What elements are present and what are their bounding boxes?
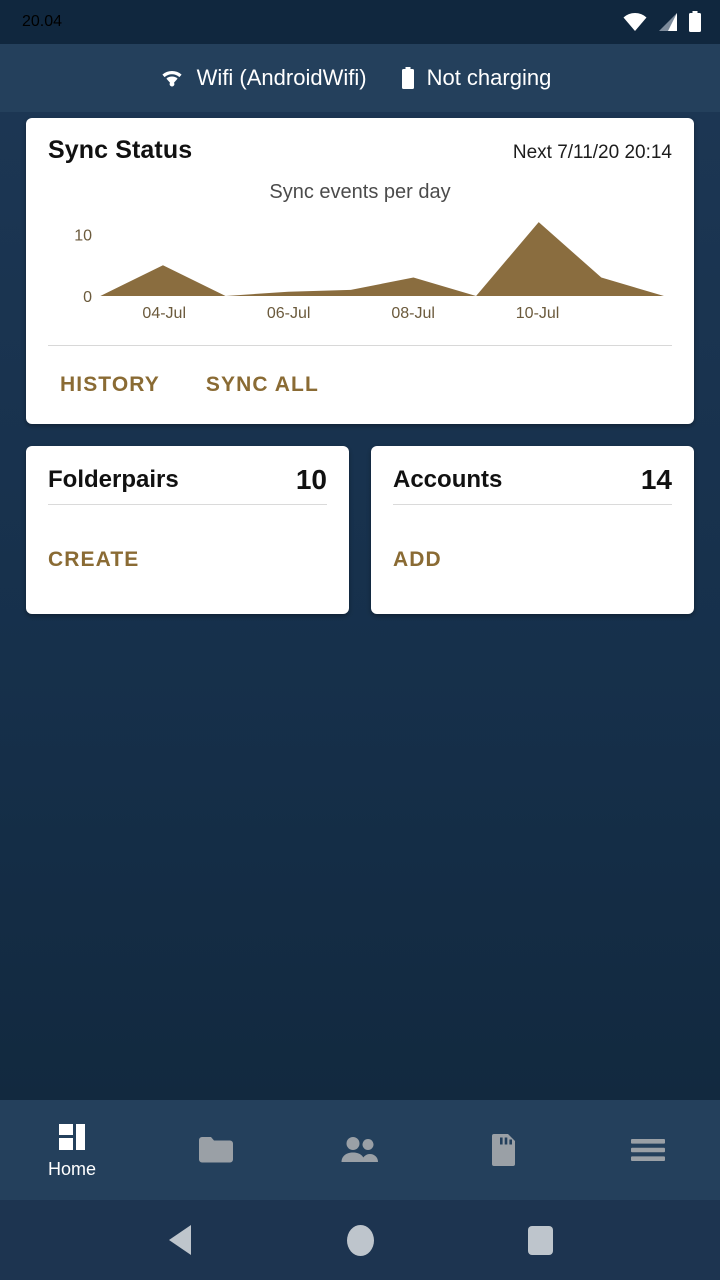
menu-icon bbox=[629, 1137, 667, 1163]
nav-item-home[interactable]: Home bbox=[0, 1100, 144, 1200]
system-recents-button[interactable] bbox=[510, 1210, 570, 1270]
app-bar: Wifi (AndroidWifi) Not charging bbox=[0, 44, 720, 112]
recents-icon bbox=[528, 1226, 553, 1255]
sync-card-header: Sync Status Next 7/11/20 20:14 bbox=[48, 136, 672, 165]
wifi-icon bbox=[159, 68, 185, 88]
accounts-label: Accounts bbox=[393, 466, 502, 494]
nav-item-accounts[interactable] bbox=[288, 1100, 432, 1200]
folderpairs-action-row: CREATE bbox=[48, 505, 327, 614]
chart-x-tick-label: 10-Jul bbox=[516, 305, 560, 322]
nav-item-storage[interactable] bbox=[432, 1100, 576, 1200]
chart-y-tick-label: 0 bbox=[83, 289, 92, 306]
sync-all-button[interactable]: SYNC ALL bbox=[206, 373, 319, 397]
battery-status-label: Not charging bbox=[427, 65, 552, 91]
cell-signal-icon bbox=[657, 12, 679, 32]
history-button[interactable]: HISTORY bbox=[60, 373, 160, 397]
status-bar-time: 20.04 bbox=[22, 13, 62, 31]
wifi-status-chip: Wifi (AndroidWifi) bbox=[159, 65, 367, 91]
battery-status-chip: Not charging bbox=[401, 65, 552, 91]
dashboard-icon bbox=[56, 1121, 88, 1153]
battery-icon bbox=[401, 67, 415, 90]
accounts-card: Accounts 14 ADD bbox=[371, 446, 694, 614]
folderpairs-count: 10 bbox=[296, 466, 327, 494]
android-system-navigation bbox=[0, 1200, 720, 1280]
nav-item-folderpairs[interactable] bbox=[144, 1100, 288, 1200]
status-bar: 20.04 bbox=[0, 0, 720, 44]
status-bar-icons bbox=[622, 11, 702, 33]
chart-x-tick-label: 06-Jul bbox=[267, 305, 311, 322]
sync-card-actions: HISTORY SYNC ALL bbox=[48, 346, 672, 424]
battery-icon bbox=[688, 11, 702, 33]
stat-cards-row: Folderpairs 10 CREATE Accounts 14 ADD bbox=[26, 446, 694, 614]
folderpairs-header: Folderpairs 10 bbox=[48, 466, 327, 504]
back-icon bbox=[169, 1225, 191, 1255]
wifi-status-label: Wifi (AndroidWifi) bbox=[197, 65, 367, 91]
nav-item-menu[interactable] bbox=[576, 1100, 720, 1200]
accounts-count: 14 bbox=[641, 466, 672, 494]
chart-y-tick-label: 10 bbox=[74, 227, 92, 244]
bottom-navigation: Home bbox=[0, 1100, 720, 1200]
main-content: Sync Status Next 7/11/20 20:14 Sync even… bbox=[0, 112, 720, 1100]
chart-x-tick-label: 08-Jul bbox=[391, 305, 435, 322]
sync-status-card: Sync Status Next 7/11/20 20:14 Sync even… bbox=[26, 118, 694, 424]
folderpairs-label: Folderpairs bbox=[48, 466, 179, 494]
create-folderpair-button[interactable]: CREATE bbox=[48, 548, 139, 572]
accounts-header: Accounts 14 bbox=[393, 466, 672, 504]
nav-label-home: Home bbox=[48, 1159, 96, 1180]
chart-title: Sync events per day bbox=[48, 181, 672, 204]
sync-card-title: Sync Status bbox=[48, 136, 192, 165]
accounts-action-row: ADD bbox=[393, 505, 672, 614]
system-back-button[interactable] bbox=[150, 1210, 210, 1270]
add-account-button[interactable]: ADD bbox=[393, 548, 442, 572]
sync-events-chart: 0 10 04-Jul 06-Jul 08-Jul 10-Jul bbox=[48, 208, 672, 339]
system-home-button[interactable] bbox=[330, 1210, 390, 1270]
chart-x-tick-label: 04-Jul bbox=[142, 305, 186, 322]
people-icon bbox=[339, 1135, 381, 1165]
home-icon bbox=[347, 1225, 374, 1256]
folder-icon bbox=[196, 1134, 236, 1166]
sdcard-icon bbox=[489, 1132, 519, 1168]
next-sync-time: Next 7/11/20 20:14 bbox=[513, 142, 672, 164]
wifi-icon bbox=[622, 12, 648, 32]
folderpairs-card: Folderpairs 10 CREATE bbox=[26, 446, 349, 614]
chart-axis-labels: 0 10 04-Jul 06-Jul 08-Jul 10-Jul bbox=[48, 208, 672, 330]
